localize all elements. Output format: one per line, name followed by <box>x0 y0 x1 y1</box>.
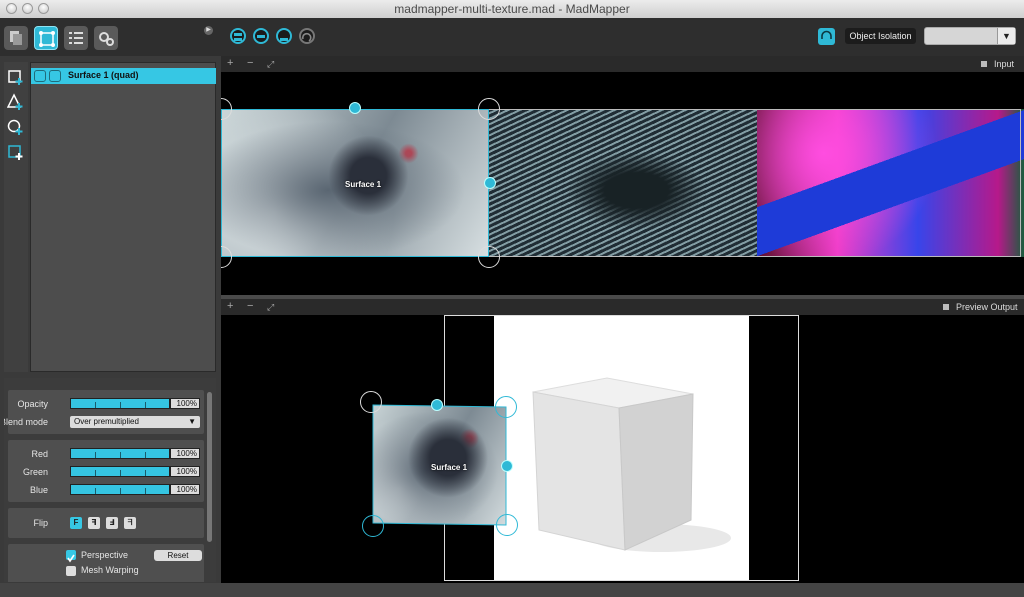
blend-mode-label: Blend mode <box>4 417 48 427</box>
mesh-warping-label: Mesh Warping <box>81 565 139 575</box>
refresh-icon <box>301 32 312 42</box>
side-handle-icon[interactable] <box>501 460 513 472</box>
view-input-button[interactable] <box>253 28 269 44</box>
corner-handle[interactable] <box>478 246 500 268</box>
flip-none-button[interactable]: F <box>70 517 82 529</box>
isolation-select[interactable]: ▼ <box>924 27 1016 45</box>
reset-button[interactable]: Reset <box>154 550 202 561</box>
panel-collapse-button[interactable]: ▶ <box>204 26 213 35</box>
surface-tools <box>4 62 28 372</box>
fit-view-icon[interactable]: ⤢ <box>267 59 274 70</box>
corner-handle[interactable] <box>496 514 518 536</box>
flip-section: Flip F ꟻ Ⅎ ᖷ <box>8 508 204 538</box>
left-tab-bar: ▶ <box>0 18 218 56</box>
preview-toggle-square[interactable] <box>943 304 949 310</box>
output-view-bar: + − ⤢ Preview Output <box>221 299 1024 315</box>
pages-icon <box>10 31 22 45</box>
blue-label: Blue <box>29 485 48 495</box>
perspective-section: Perspective Reset Mesh Warping <box>8 544 204 582</box>
properties-panel: Opacity 100% Blend mode Over premultipli… <box>4 378 216 582</box>
flip-vertical-button[interactable]: Ⅎ <box>106 517 118 529</box>
settings-tab[interactable] <box>94 26 118 50</box>
red-slider[interactable] <box>70 448 170 459</box>
view-output-button[interactable] <box>276 28 292 44</box>
gears-icon <box>99 32 114 46</box>
opacity-label: Opacity <box>17 399 48 409</box>
checkmark-icon <box>67 554 75 563</box>
zoom-out-button[interactable]: − <box>247 300 253 312</box>
red-value[interactable]: 100% <box>170 448 200 459</box>
blue-value[interactable]: 100% <box>170 484 200 495</box>
mesh-warping-checkbox[interactable] <box>66 566 76 576</box>
blue-slider[interactable] <box>70 484 170 495</box>
move-handle-icon[interactable] <box>431 399 443 411</box>
layer-name: Surface 1 (quad) <box>68 70 139 80</box>
window-title: madmapper-multi-texture.mad - MadMapper <box>394 2 630 16</box>
output-viewport[interactable]: Surface 1 <box>221 315 1024 583</box>
list-tab[interactable] <box>64 26 88 50</box>
input-viewport[interactable]: Surface 1 <box>221 72 1024 295</box>
green-slider[interactable] <box>70 466 170 477</box>
quad-surface-icon <box>39 31 55 47</box>
main-toolbar: Object Isolation ▼ <box>218 18 1024 56</box>
flip-label: Flip <box>33 518 48 528</box>
corner-handle[interactable] <box>362 515 384 537</box>
color-section: Red 100% Green 100% Blue 100% <box>8 440 204 502</box>
opacity-value[interactable]: 100% <box>170 398 200 409</box>
isolation-toggle-button[interactable] <box>818 28 835 45</box>
surface-label: Surface 1 <box>345 180 382 189</box>
green-value[interactable]: 100% <box>170 466 200 477</box>
properties-scrollbar[interactable] <box>207 392 212 542</box>
layer-list: Surface 1 (quad) <box>30 62 216 372</box>
corner-handle[interactable] <box>360 391 382 413</box>
move-handle-icon[interactable] <box>349 102 361 114</box>
window-titlebar: madmapper-multi-texture.mad - MadMapper <box>0 0 1024 19</box>
media-tab[interactable] <box>4 26 28 50</box>
layer-visibility-checkbox[interactable] <box>34 70 46 82</box>
red-label: Red <box>31 449 48 459</box>
opacity-blend-section: Opacity 100% Blend mode Over premultipli… <box>4 390 204 434</box>
corner-handle[interactable] <box>478 98 500 120</box>
add-mask-icon[interactable] <box>7 143 25 161</box>
side-handle-icon[interactable] <box>484 177 496 189</box>
headphones-icon <box>821 30 832 39</box>
input-toggle-square[interactable] <box>981 61 987 67</box>
cube-image <box>532 377 731 552</box>
refresh-view-button[interactable] <box>299 28 315 44</box>
add-quad-icon[interactable] <box>7 68 25 86</box>
chevron-down-icon: ▼ <box>188 417 196 426</box>
perspective-checkbox[interactable] <box>66 550 76 563</box>
input-view-label: Input <box>994 59 1015 69</box>
green-label: Green <box>22 467 48 477</box>
fit-view-icon[interactable]: ⤢ <box>267 302 274 313</box>
preview-output-label: Preview Output <box>956 302 1018 312</box>
opacity-slider[interactable] <box>70 398 170 409</box>
list-item[interactable]: Surface 1 (quad) <box>31 68 216 84</box>
surface-label: Surface 1 <box>431 463 468 472</box>
zoom-in-button[interactable]: + <box>227 300 233 312</box>
blend-mode-select[interactable]: Over premultiplied ▼ <box>70 416 200 428</box>
flip-both-button[interactable]: ᖷ <box>124 517 136 529</box>
status-bar <box>0 583 1024 597</box>
blend-mode-value: Over premultiplied <box>74 417 139 426</box>
chevron-down-icon: ▼ <box>997 28 1015 44</box>
layer-lock-checkbox[interactable] <box>49 70 61 82</box>
perspective-label: Perspective <box>81 550 129 560</box>
zoom-in-button[interactable]: + <box>227 57 233 69</box>
view-input-output-button[interactable] <box>230 28 246 44</box>
flip-horizontal-button[interactable]: ꟻ <box>88 517 100 529</box>
input-view-bar: + − ⤢ Input <box>221 56 1024 72</box>
zoom-out-button[interactable]: − <box>247 57 253 69</box>
add-triangle-icon[interactable] <box>7 93 25 111</box>
corner-handle[interactable] <box>495 396 517 418</box>
surfaces-tab[interactable] <box>34 26 58 50</box>
numbered-list-icon <box>69 32 83 44</box>
object-isolation-button[interactable]: Object Isolation <box>845 28 916 44</box>
add-circle-icon[interactable] <box>7 118 25 136</box>
